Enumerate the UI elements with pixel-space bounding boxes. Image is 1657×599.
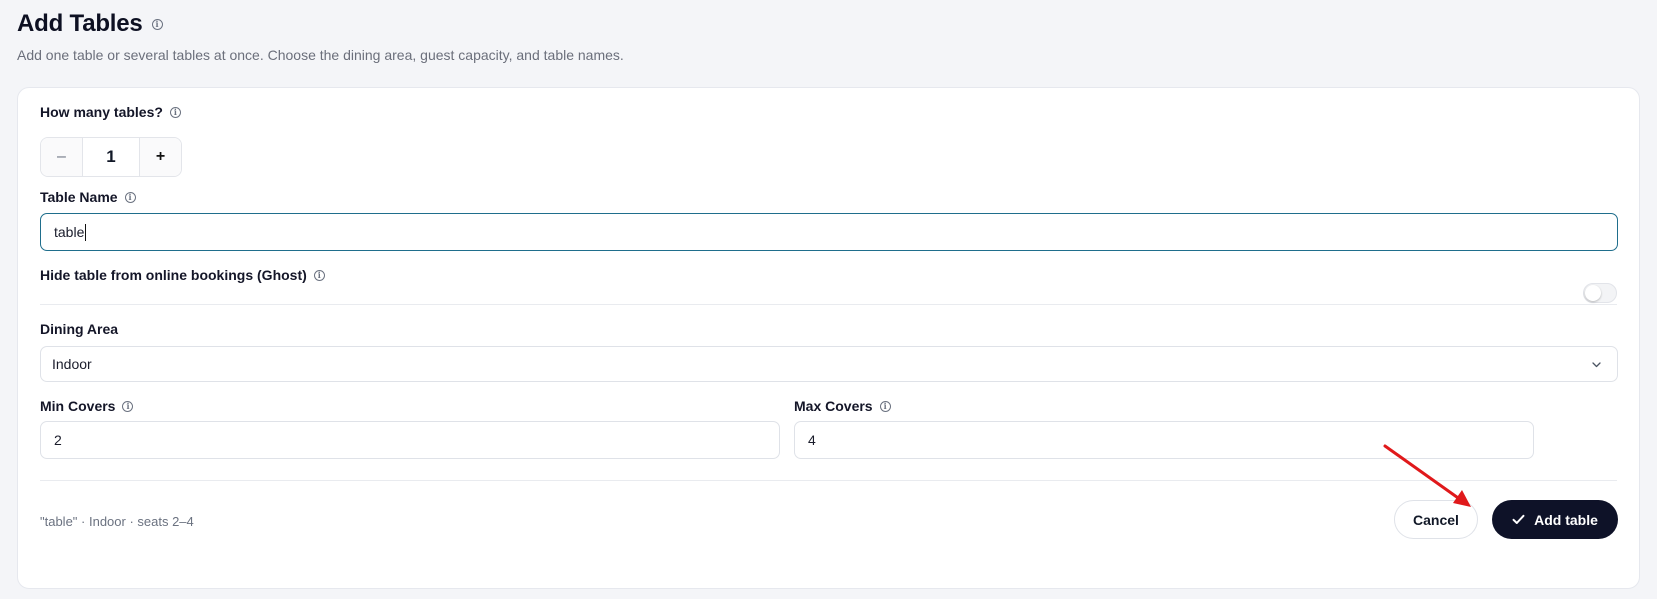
table-count-label: How many tables? bbox=[40, 104, 163, 120]
divider bbox=[40, 304, 1617, 305]
ghost-label: Hide table from online bookings (Ghost) bbox=[40, 267, 307, 283]
ghost-toggle[interactable] bbox=[1583, 283, 1617, 303]
check-icon bbox=[1512, 514, 1525, 524]
max-covers-input[interactable]: 4 bbox=[794, 421, 1534, 459]
min-covers-value: 2 bbox=[54, 432, 62, 448]
info-icon[interactable]: i bbox=[151, 18, 163, 30]
table-count-label-row: How many tables? i bbox=[40, 104, 181, 120]
dining-area-label-row: Dining Area bbox=[40, 321, 118, 337]
max-covers-label-row: Max Covers i bbox=[794, 398, 891, 414]
table-summary: "table" · Indoor · seats 2–4 bbox=[40, 514, 194, 529]
text-caret bbox=[85, 223, 87, 241]
min-covers-label: Min Covers bbox=[40, 398, 116, 414]
increment-button[interactable]: + bbox=[140, 138, 181, 176]
max-covers-value: 4 bbox=[808, 432, 816, 448]
table-name-value: table bbox=[54, 224, 85, 240]
info-icon[interactable]: i bbox=[879, 400, 891, 412]
table-name-input[interactable]: table bbox=[40, 213, 1618, 251]
add-tables-form: How many tables? i – 1 + Table Name i ta… bbox=[17, 87, 1640, 589]
max-covers-label: Max Covers bbox=[794, 398, 873, 414]
divider bbox=[40, 480, 1617, 481]
info-icon[interactable]: i bbox=[124, 191, 136, 203]
min-covers-label-row: Min Covers i bbox=[40, 398, 134, 414]
min-covers-input[interactable]: 2 bbox=[40, 421, 780, 459]
chevron-down-icon bbox=[1592, 362, 1601, 368]
add-table-button[interactable]: Add table bbox=[1492, 500, 1618, 539]
page-header: Add Tables i Add one table or several ta… bbox=[17, 10, 624, 63]
info-icon[interactable]: i bbox=[313, 269, 325, 281]
table-count-stepper: – 1 + bbox=[40, 137, 182, 177]
table-count-value[interactable]: 1 bbox=[82, 138, 140, 176]
dining-area-select[interactable]: Indoor bbox=[40, 346, 1618, 382]
cancel-button-label: Cancel bbox=[1413, 511, 1459, 528]
page-subtitle: Add one table or several tables at once.… bbox=[17, 47, 624, 63]
dining-area-value: Indoor bbox=[52, 356, 92, 372]
dining-area-label: Dining Area bbox=[40, 321, 119, 337]
ghost-label-row: Hide table from online bookings (Ghost) … bbox=[40, 267, 325, 283]
toggle-knob bbox=[1585, 285, 1601, 301]
add-table-button-label: Add table bbox=[1534, 511, 1598, 528]
page-title: Add Tables bbox=[17, 10, 143, 37]
table-name-label: Table Name bbox=[40, 189, 118, 205]
info-icon[interactable]: i bbox=[122, 400, 134, 412]
decrement-button[interactable]: – bbox=[41, 138, 82, 176]
info-icon[interactable]: i bbox=[169, 106, 181, 118]
table-name-label-row: Table Name i bbox=[40, 189, 136, 205]
cancel-button[interactable]: Cancel bbox=[1394, 500, 1478, 539]
